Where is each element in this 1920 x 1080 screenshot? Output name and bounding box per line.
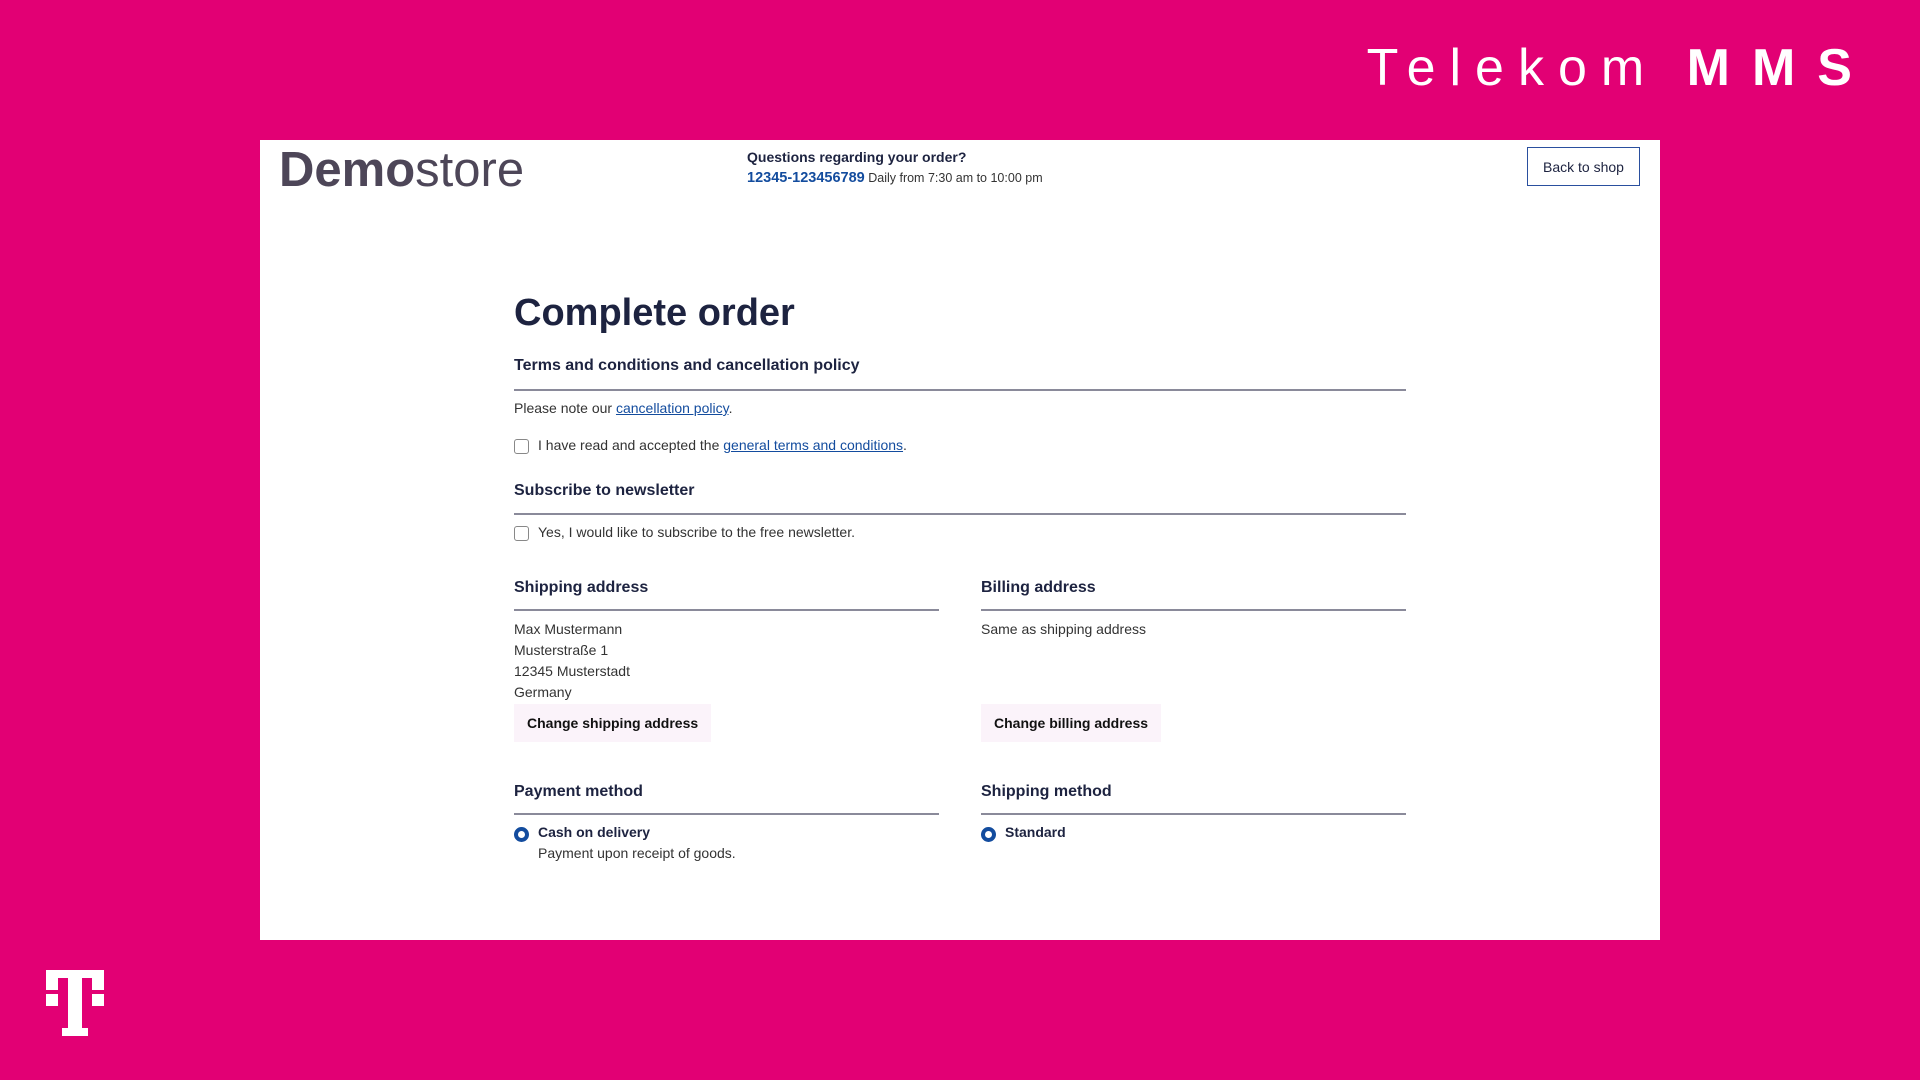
divider xyxy=(514,609,939,611)
divider xyxy=(514,513,1406,515)
payment-option-description: Payment upon receipt of goods. xyxy=(538,845,736,861)
billing-address-text: Same as shipping address xyxy=(981,621,1146,637)
support-contact: 12345-123456789 Daily from 7:30 am to 10… xyxy=(747,170,1043,186)
telekom-t-logo-icon xyxy=(46,970,104,1036)
checkout-card: Demostore Questions regarding your order… xyxy=(260,140,1660,940)
terms-link[interactable]: general terms and conditions xyxy=(723,437,903,453)
newsletter-heading: Subscribe to newsletter xyxy=(514,482,695,499)
standard-shipping-radio[interactable] xyxy=(981,827,996,842)
support-question: Questions regarding your order? xyxy=(747,149,967,165)
terms-checkbox-label: I have read and accepted the general ter… xyxy=(538,437,907,453)
payment-method-heading: Payment method xyxy=(514,783,643,800)
address-line: 12345 Musterstadt xyxy=(514,663,630,679)
change-shipping-address-button[interactable]: Change shipping address xyxy=(514,704,712,742)
divider xyxy=(981,813,1406,815)
page-title: Complete order xyxy=(514,292,795,334)
address-line: Germany xyxy=(514,684,572,700)
back-to-shop-button[interactable]: Back to shop xyxy=(1527,147,1640,186)
divider xyxy=(981,609,1406,611)
support-hours: Daily from 7:30 am to 10:00 pm xyxy=(868,171,1043,185)
demostore-logo[interactable]: Demostore xyxy=(279,142,524,198)
divider xyxy=(514,389,1406,391)
cash-on-delivery-radio[interactable] xyxy=(514,827,529,842)
newsletter-label: Yes, I would like to subscribe to the fr… xyxy=(538,524,855,540)
shipping-option-label: Standard xyxy=(1005,824,1066,840)
shipping-address-heading: Shipping address xyxy=(514,579,649,596)
divider xyxy=(514,813,939,815)
shipping-method-heading: Shipping method xyxy=(981,783,1112,800)
cancellation-policy-link[interactable]: cancellation policy xyxy=(616,400,729,416)
support-phone[interactable]: 12345-123456789 xyxy=(747,170,865,186)
address-line: Max Mustermann xyxy=(514,621,623,637)
newsletter-checkbox[interactable] xyxy=(514,526,529,541)
cancellation-note: Please note our cancellation policy. xyxy=(514,400,733,416)
billing-address-heading: Billing address xyxy=(981,579,1096,596)
address-line: Musterstraße 1 xyxy=(514,642,609,658)
terms-checkbox[interactable] xyxy=(514,439,529,454)
terms-heading: Terms and conditions and cancellation po… xyxy=(514,357,860,374)
telekom-mms-brand: Telekom MMS xyxy=(1366,39,1874,97)
change-billing-address-button[interactable]: Change billing address xyxy=(981,704,1162,742)
payment-option-label: Cash on delivery xyxy=(538,824,651,840)
